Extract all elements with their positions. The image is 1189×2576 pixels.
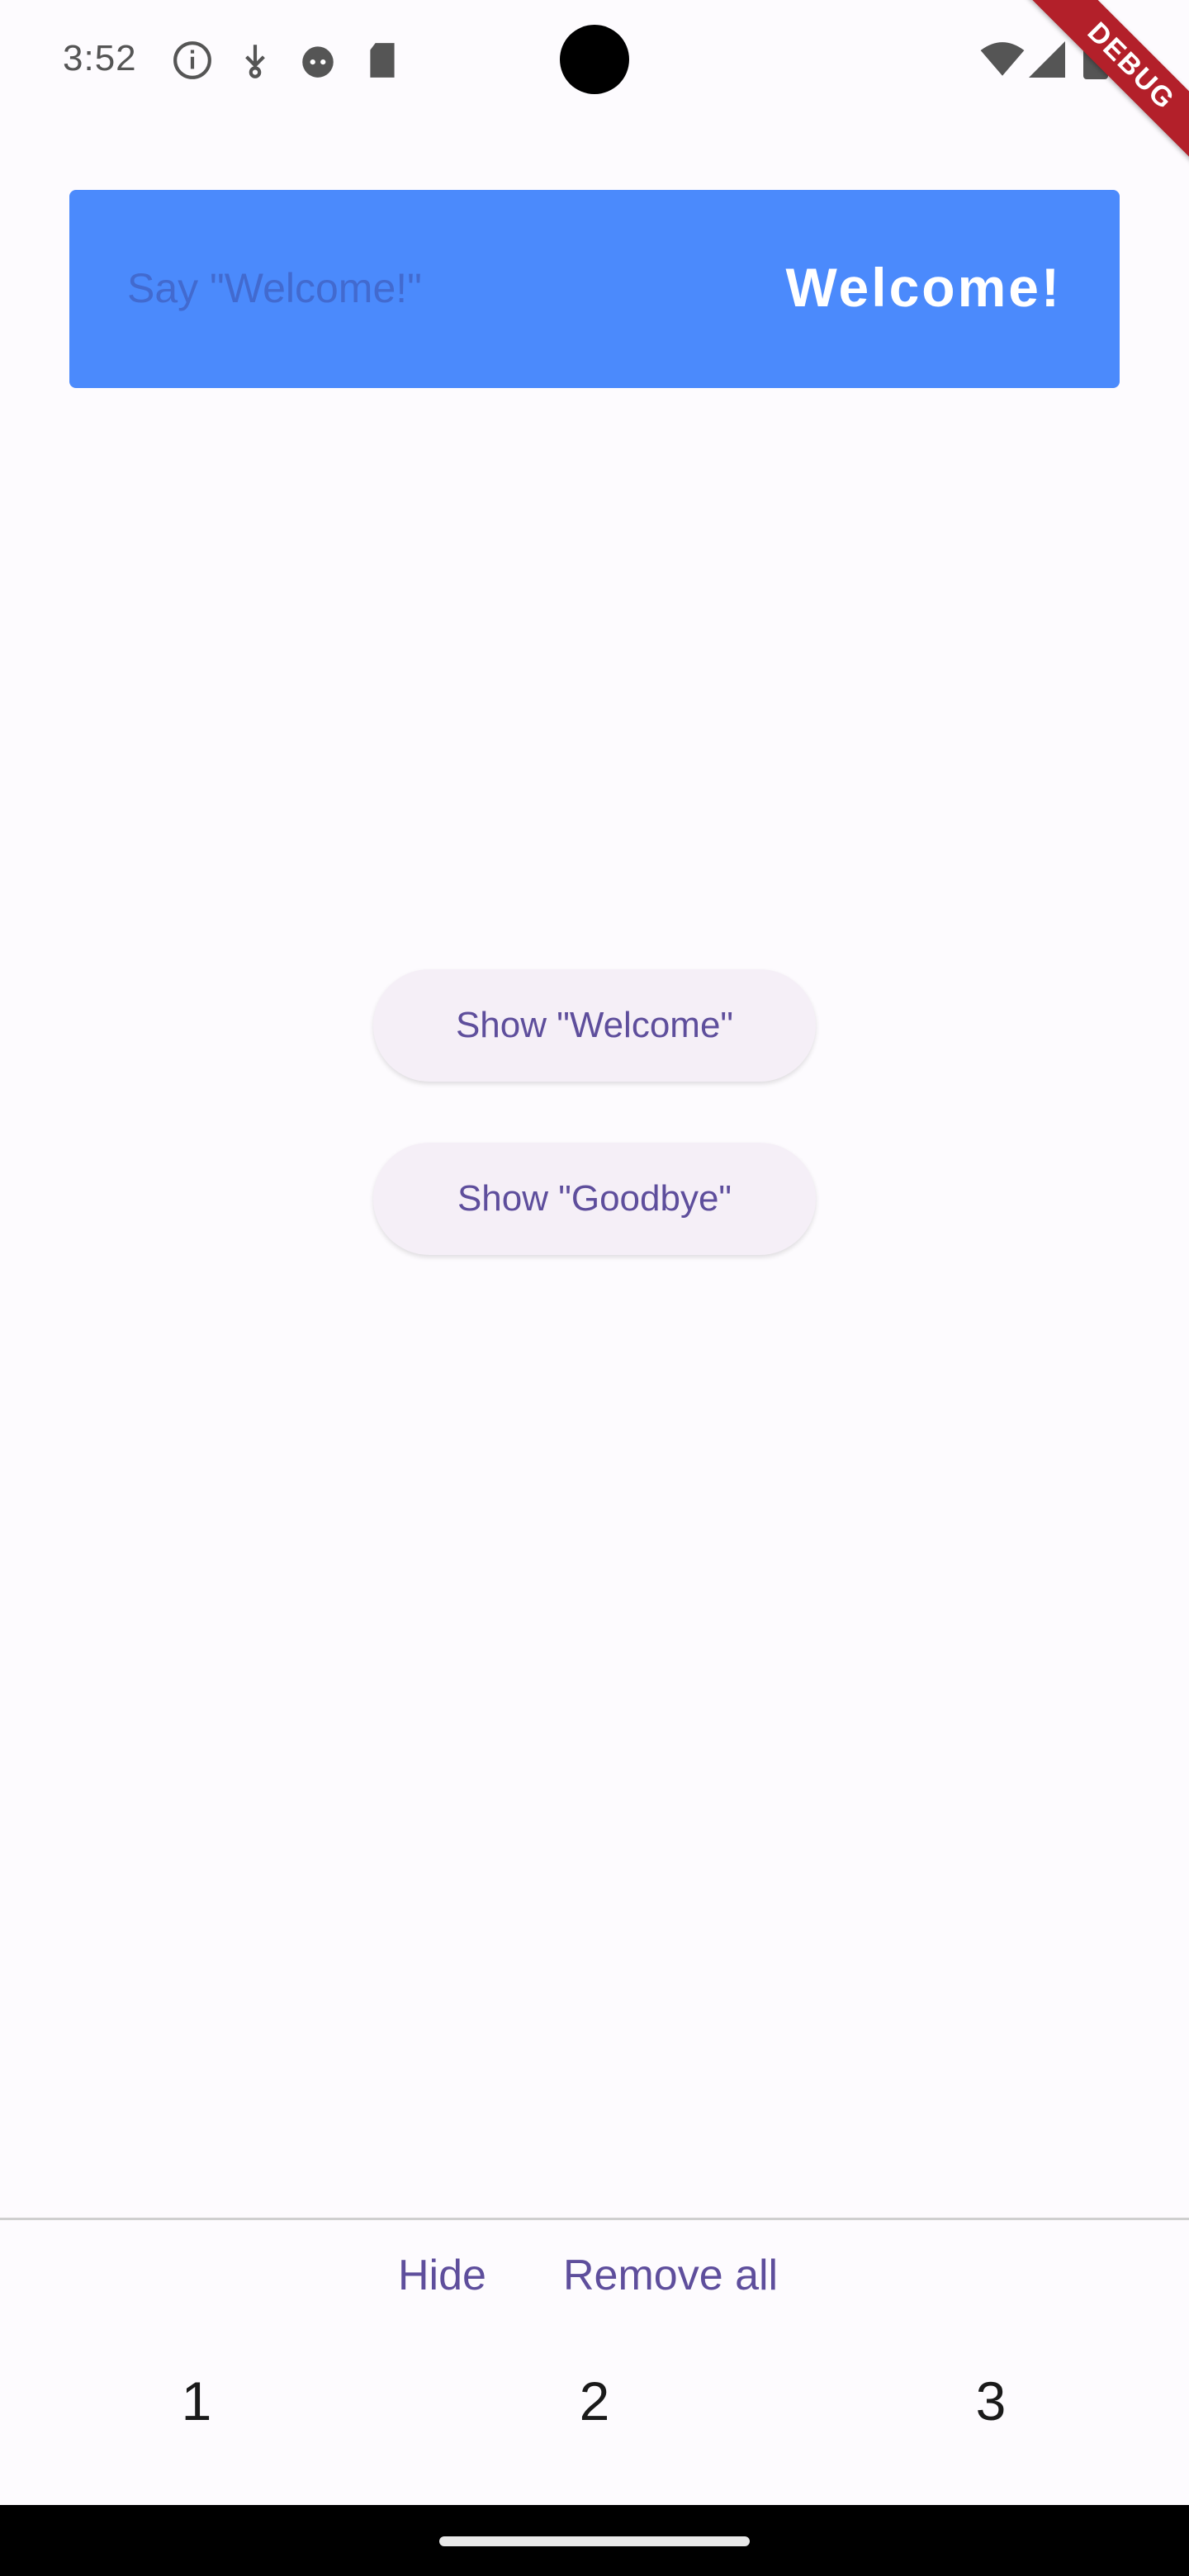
- bottom-tabs: 1 2 3: [0, 2328, 1189, 2502]
- android-head-icon: [302, 46, 334, 78]
- status-time: 3:52: [63, 38, 137, 78]
- material-banner: Say "Welcome!" Welcome!: [69, 190, 1120, 388]
- wifi-icon: [980, 42, 1025, 76]
- info-icon: [173, 41, 211, 79]
- divider: [0, 2218, 1189, 2220]
- remove-all-button[interactable]: Remove all: [563, 2251, 778, 2300]
- show-welcome-button[interactable]: Show "Welcome": [373, 969, 816, 1082]
- bottom-actions: Hide Remove all: [0, 2221, 1189, 2328]
- status-bar: 3:52: [0, 0, 1189, 124]
- download-icon: [245, 45, 265, 78]
- hide-button[interactable]: Hide: [398, 2251, 486, 2300]
- show-goodbye-button[interactable]: Show "Goodbye": [373, 1143, 816, 1255]
- home-gesture-handle[interactable]: [439, 2536, 750, 2546]
- sd-card-icon: [370, 43, 395, 78]
- tab-3[interactable]: 3: [925, 2370, 1057, 2432]
- signal-icon: [1029, 41, 1065, 78]
- tab-2[interactable]: 2: [528, 2370, 661, 2432]
- camera-cutout: [560, 25, 629, 94]
- tab-1[interactable]: 1: [130, 2370, 263, 2432]
- system-nav-bar: [0, 2505, 1189, 2576]
- banner-action-button[interactable]: Welcome!: [785, 256, 1062, 319]
- banner-content-text: Say "Welcome!": [127, 265, 422, 311]
